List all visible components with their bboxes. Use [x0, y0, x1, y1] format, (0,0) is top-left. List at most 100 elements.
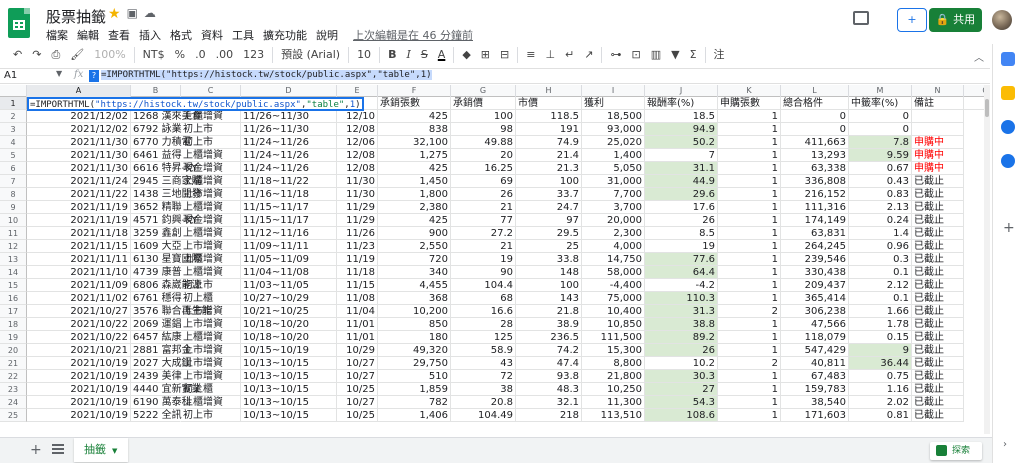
cell-d[interactable]: 11/03~11/05 — [241, 279, 337, 292]
cell-b[interactable]: 1268 漢來美食 — [131, 110, 202, 123]
zoom-select[interactable]: 100% — [89, 44, 130, 66]
cell-c[interactable]: 上櫃增資 — [181, 175, 241, 188]
cell-h[interactable]: 93.8 — [516, 370, 582, 383]
cell-n[interactable]: 申購中 — [912, 149, 964, 162]
cell-g[interactable]: 21 — [451, 201, 516, 214]
row-header[interactable]: 6 — [0, 162, 27, 175]
menu-file[interactable]: 檔案 — [46, 27, 68, 43]
cell-n[interactable]: 申購中 — [912, 162, 964, 175]
cell-l[interactable]: 365,414 — [781, 292, 849, 305]
cell-b[interactable]: 2881 富邦金 — [131, 344, 192, 357]
cell-a[interactable]: 2021/10/19 — [27, 383, 131, 396]
cell-k[interactable]: 1 — [718, 123, 781, 136]
cell-e[interactable]: 10/25 — [337, 409, 378, 422]
cell-e[interactable]: 10/25 — [337, 383, 378, 396]
cell-m[interactable]: 0.67 — [849, 162, 912, 175]
font-family-select[interactable]: 預設 (Arial) — [276, 44, 345, 66]
cell-f[interactable]: 782 — [378, 396, 451, 409]
name-box[interactable]: A1 — [4, 70, 17, 81]
cell-m[interactable]: 1.16 — [849, 383, 912, 396]
cell-j[interactable]: 94.9 — [645, 123, 718, 136]
cell-a[interactable]: 2021/11/30 — [27, 136, 131, 149]
cell-h[interactable]: 21.3 — [516, 162, 582, 175]
cell-i[interactable]: 8,800 — [582, 357, 645, 370]
select-all-corner[interactable] — [0, 85, 27, 97]
cell-m[interactable]: 9.59 — [849, 149, 912, 162]
cell-e[interactable]: 11/19 — [337, 253, 378, 266]
cell-g[interactable]: 58.9 — [451, 344, 516, 357]
cell-b[interactable]: 3576 聯合再生能 — [131, 305, 212, 318]
cell-e[interactable]: 10/29 — [337, 344, 378, 357]
cell-j[interactable]: 77.6 — [645, 253, 718, 266]
cell-i[interactable]: -4,400 — [582, 279, 645, 292]
fill-color-icon[interactable]: ◆ — [457, 44, 475, 66]
cell-n[interactable]: 已截止 — [912, 266, 964, 279]
star-icon[interactable]: ★ — [108, 6, 121, 22]
cell-j[interactable]: -4.2 — [645, 279, 718, 292]
cell-m[interactable]: 0 — [849, 123, 912, 136]
cell-a[interactable]: 2021/11/15 — [27, 240, 131, 253]
row-header[interactable]: 5 — [0, 149, 27, 162]
cell-d[interactable]: 10/15~10/19 — [241, 344, 337, 357]
cell-d[interactable]: 10/13~10/15 — [241, 396, 337, 409]
cell-a[interactable]: 2021/10/22 — [27, 331, 131, 344]
cell-a[interactable]: 2021/10/21 — [27, 344, 131, 357]
cell-e[interactable]: 11/01 — [337, 318, 378, 331]
cell-i[interactable]: 18,500 — [582, 110, 645, 123]
cell-f[interactable]: 900 — [378, 227, 451, 240]
more-formats-button[interactable]: 123 — [238, 44, 269, 66]
row-header[interactable]: 11 — [0, 227, 27, 240]
cell-j[interactable]: 64.4 — [645, 266, 718, 279]
cell-e[interactable]: 11/04 — [337, 305, 378, 318]
chevron-right-icon[interactable]: › — [1003, 439, 1007, 450]
last-edit-link[interactable]: 上次編輯是在 46 分鐘前 — [353, 27, 473, 43]
cell-h[interactable]: 74.2 — [516, 344, 582, 357]
cell-e[interactable]: 12/08 — [337, 149, 378, 162]
cell-n[interactable]: 已截止 — [912, 292, 964, 305]
cell-f[interactable]: 340 — [378, 266, 451, 279]
cell-l[interactable]: 0 — [781, 110, 849, 123]
cell-b[interactable]: 2069 運錩 — [131, 318, 182, 331]
cell-a[interactable]: 2021/11/30 — [27, 162, 131, 175]
cell-c[interactable]: 上櫃增資 — [181, 110, 241, 123]
cell-b[interactable]: 6461 益得 — [131, 149, 182, 162]
decrease-decimal-button[interactable]: .0 — [190, 44, 211, 66]
cell-b[interactable]: 6616 特昇-KY — [131, 162, 198, 175]
cell-e[interactable]: 12/10 — [337, 110, 378, 123]
cell-k[interactable]: 1 — [718, 279, 781, 292]
cell-m[interactable]: 0.24 — [849, 214, 912, 227]
cell-a[interactable]: 2021/10/19 — [27, 357, 131, 370]
cell-h[interactable]: 191 — [516, 123, 582, 136]
cell-k[interactable]: 1 — [718, 318, 781, 331]
cell-j[interactable]: 44.9 — [645, 175, 718, 188]
cell-k[interactable]: 1 — [718, 383, 781, 396]
cell-j[interactable]: 26 — [645, 344, 718, 357]
cell-n[interactable]: 已截止 — [912, 370, 964, 383]
cell-d[interactable]: 11/24~11/26 — [241, 162, 337, 175]
input-tools-button[interactable]: 注 — [709, 44, 730, 66]
cell-j[interactable]: 108.6 — [645, 409, 718, 422]
cell-f[interactable]: 32,100 — [378, 136, 451, 149]
filter-icon[interactable]: ▼ — [666, 44, 684, 66]
cell-k[interactable]: 1 — [718, 266, 781, 279]
cell-k[interactable]: 1 — [718, 110, 781, 123]
redo-icon[interactable]: ↷ — [27, 44, 46, 66]
header-cell[interactable]: 中籤率(%) — [849, 97, 912, 110]
cell-d[interactable]: 11/26~11/30 — [241, 110, 337, 123]
cell-b[interactable]: 3259 鑫創 — [131, 227, 182, 240]
cell-m[interactable]: 0.15 — [849, 331, 912, 344]
formula-help-icon[interactable]: ? — [89, 70, 99, 82]
cell-f[interactable]: 10,200 — [378, 305, 451, 318]
cell-g[interactable]: 72 — [451, 370, 516, 383]
cell-j[interactable]: 17.6 — [645, 201, 718, 214]
cell-l[interactable]: 63,831 — [781, 227, 849, 240]
row-header[interactable]: 7 — [0, 175, 27, 188]
cell-f[interactable]: 2,550 — [378, 240, 451, 253]
cell-f[interactable]: 425 — [378, 110, 451, 123]
cell-g[interactable]: 26 — [451, 188, 516, 201]
cell-g[interactable]: 20 — [451, 149, 516, 162]
cell-b[interactable]: 2439 美律 — [131, 370, 182, 383]
cell-b[interactable]: 1609 大亞 — [131, 240, 182, 253]
cell-b[interactable]: 6770 力積電 — [131, 136, 192, 149]
cell-c[interactable]: 初上市 — [181, 136, 241, 149]
